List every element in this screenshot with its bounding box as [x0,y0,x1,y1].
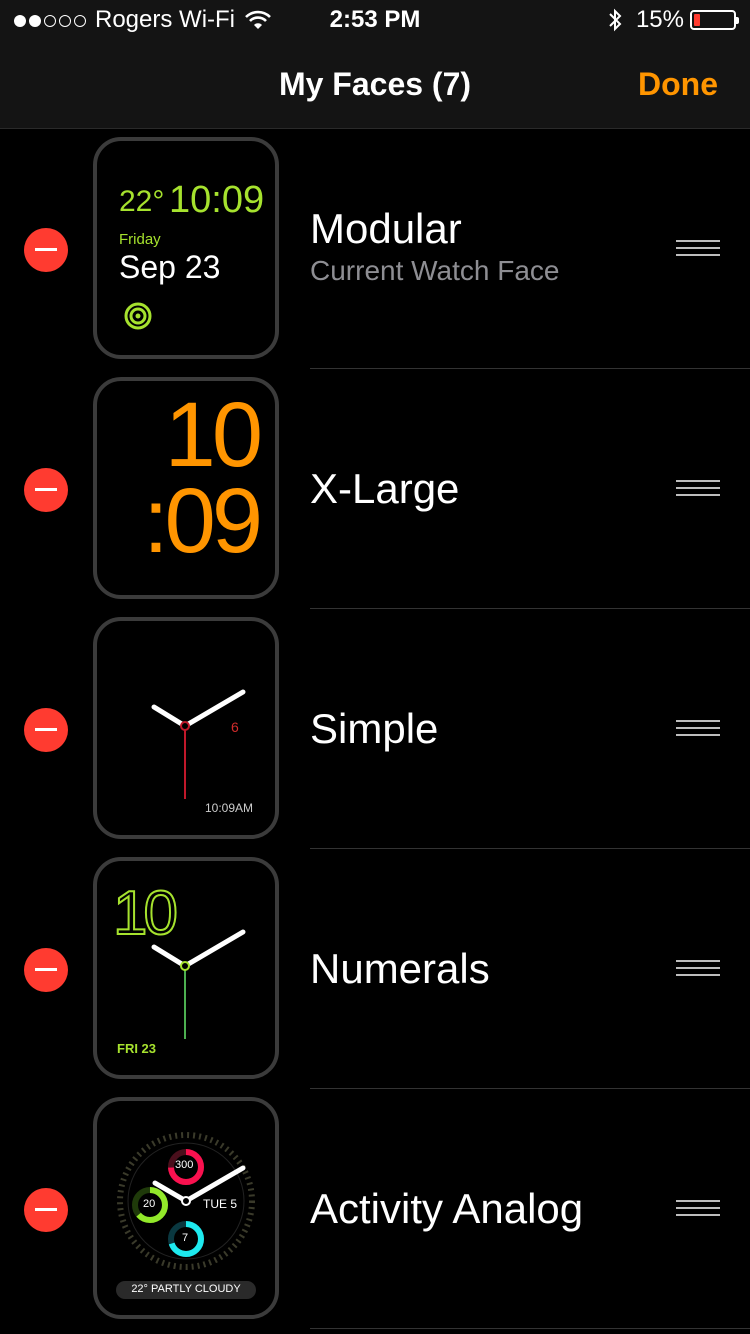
reorder-icon[interactable] [676,960,720,976]
reorder-icon[interactable] [676,480,720,496]
preview-date: TUE 5 [203,1197,238,1211]
done-button[interactable]: Done [638,66,718,103]
preview-exercise-value: 20 [143,1198,156,1210]
status-bar: Rogers Wi-Fi 2:53 PM 15% [0,0,750,40]
face-name: Numerals [310,945,490,992]
delete-icon[interactable] [24,1188,68,1232]
delete-icon[interactable] [24,468,68,512]
watch-preview-numerals: 10 FRI 23 [93,857,279,1079]
preview-temperature: 22° [119,185,165,218]
face-row-x-large[interactable]: 10 :09 X-Large [0,369,750,609]
delete-icon[interactable] [24,708,68,752]
face-name: Modular [310,205,462,252]
face-name: X-Large [310,465,460,512]
preview-weather: 22° PARTLY CLOUDY [131,1283,241,1295]
watch-preview-modular: 22° 10:09 Friday Sep 23 [93,137,279,359]
watch-preview-activity-analog: 300 20 7 TUE 5 22° PARTLY CLOUDY [93,1097,279,1319]
preview-date: FRI 23 [117,1041,157,1056]
preview-stand-value: 7 [182,1232,189,1244]
preview-seconds-number: 6 [231,719,239,735]
preview-time: 10:09 [169,179,265,221]
face-row-simple[interactable]: 6 10:09AM Simple [0,609,750,849]
face-name: Activity Analog [310,1185,584,1232]
watch-preview-x-large: 10 :09 [93,377,279,599]
reorder-icon[interactable] [676,720,720,736]
faces-list: 22° 10:09 Friday Sep 23 Modular Current … [0,129,750,1329]
bluetooth-icon [609,8,622,32]
preview-date: Sep 23 [119,249,221,285]
preview-day: Friday [119,231,161,248]
battery-percent: 15% [635,6,684,33]
battery-icon [690,10,739,30]
navigation-bar: My Faces (7) Done [0,40,750,129]
preview-minute: :09 [143,470,263,572]
activity-rings-icon [124,302,152,330]
status-right: 15% [608,6,739,34]
face-name: Simple [310,705,439,752]
face-row-activity-analog[interactable]: 300 20 7 TUE 5 22° PARTLY CLOUDY Activit… [0,1089,750,1329]
delete-icon[interactable] [24,948,68,992]
face-subtitle: Current Watch Face [310,255,560,286]
reorder-icon[interactable] [676,1200,720,1216]
delete-icon[interactable] [24,228,68,272]
preview-time: 10:09AM [204,801,253,815]
row-divider [310,1328,750,1329]
face-row-numerals[interactable]: 10 FRI 23 Numerals [0,849,750,1089]
watch-preview-simple: 6 10:09AM [93,617,279,839]
reorder-icon[interactable] [676,240,720,256]
preview-move-value: 300 [175,1159,194,1171]
preview-hour: 10 [164,384,263,486]
face-row-modular[interactable]: 22° 10:09 Friday Sep 23 Modular Current … [0,129,750,369]
